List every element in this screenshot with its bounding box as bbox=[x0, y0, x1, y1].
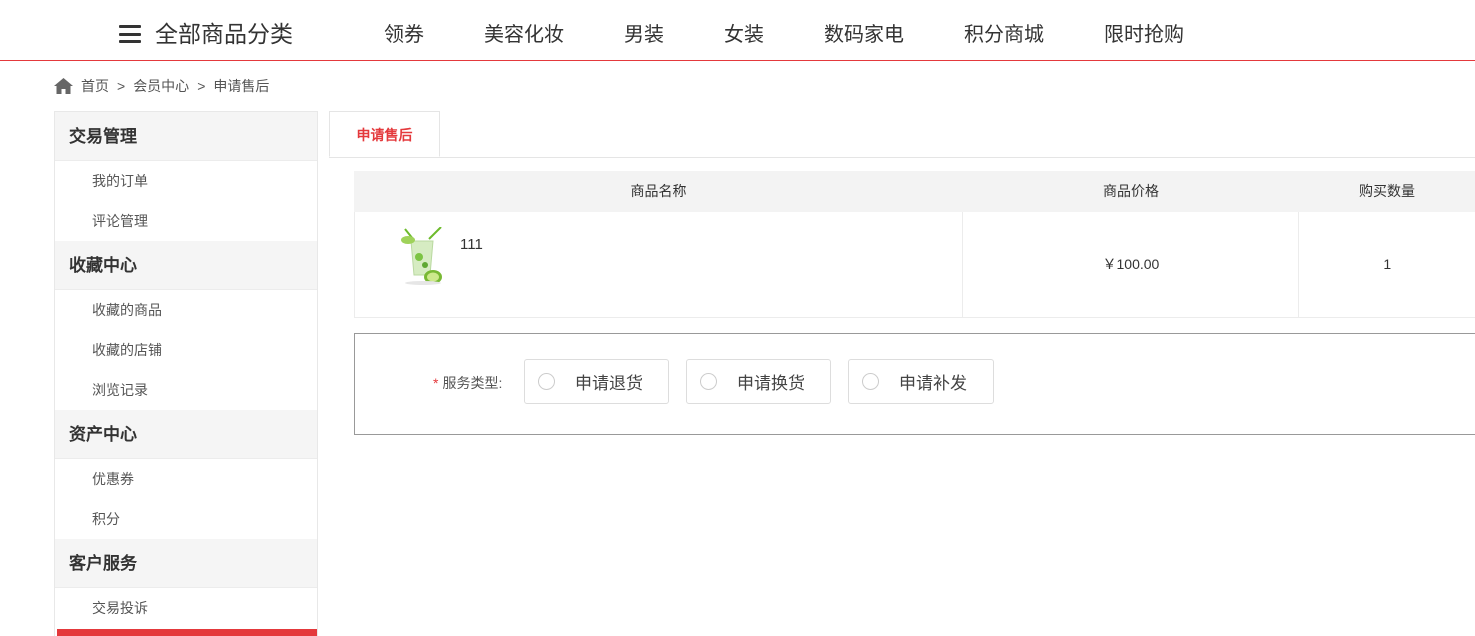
service-type-box: * 服务类型: 申请退货 申请换货 申请补发 bbox=[354, 333, 1475, 435]
breadcrumb-current: 申请售后 bbox=[213, 78, 270, 94]
breadcrumb: 首页 > 会员中心 > 申请售后 bbox=[54, 76, 269, 96]
header-product-price: 商品价格 bbox=[1103, 183, 1159, 199]
nav-link-digital[interactable]: 数码家电 bbox=[794, 20, 934, 50]
breadcrumb-member-center[interactable]: 会员中心 bbox=[133, 76, 189, 96]
product-table: 商品名称 商品价格 购买数量 111 ￥100.00 1 bbox=[354, 171, 1475, 318]
option-return-label: 申请退货 bbox=[575, 374, 643, 393]
sidebar-item-fav-stores[interactable]: 收藏的店铺 bbox=[55, 330, 317, 370]
tab-after-sales[interactable]: 申请售后 bbox=[329, 111, 440, 157]
tab-bar: 申请售后 bbox=[329, 111, 1475, 158]
sidebar-group-service: 客户服务 bbox=[55, 539, 317, 588]
product-quantity: 1 bbox=[1383, 256, 1392, 272]
option-reissue[interactable]: 申请补发 bbox=[848, 359, 994, 404]
nav-link-womenswear[interactable]: 女装 bbox=[694, 20, 794, 50]
option-return[interactable]: 申请退货 bbox=[524, 359, 669, 404]
option-reissue-label: 申请补发 bbox=[899, 374, 967, 393]
sidebar: 交易管理 我的订单 评论管理 收藏中心 收藏的商品 收藏的店铺 浏览记录 资产中… bbox=[54, 111, 318, 636]
nav-link-coupons[interactable]: 领券 bbox=[354, 20, 454, 50]
breadcrumb-home[interactable]: 首页 bbox=[81, 76, 109, 96]
product-image[interactable] bbox=[399, 227, 449, 287]
radio-icon[interactable] bbox=[538, 373, 555, 390]
sidebar-group-favorites: 收藏中心 bbox=[55, 241, 317, 290]
table-header: 商品名称 商品价格 购买数量 bbox=[354, 171, 1475, 212]
table-row: 111 ￥100.00 1 bbox=[354, 212, 1475, 318]
menu-icon bbox=[119, 25, 141, 43]
header-quantity: 购买数量 bbox=[1359, 183, 1415, 199]
breadcrumb-separator: > bbox=[197, 78, 206, 94]
all-categories-menu[interactable]: 全部商品分类 bbox=[119, 19, 293, 49]
sidebar-item-complaint[interactable]: 交易投诉 bbox=[55, 588, 317, 628]
sidebar-item-fav-products[interactable]: 收藏的商品 bbox=[55, 290, 317, 330]
sidebar-item-points[interactable]: 积分 bbox=[55, 499, 317, 539]
product-name[interactable]: 111 bbox=[460, 236, 483, 253]
required-mark: * bbox=[433, 375, 439, 391]
service-type-label: * 服务类型: bbox=[433, 373, 502, 393]
radio-icon[interactable] bbox=[700, 373, 717, 390]
product-price: ￥100.00 bbox=[963, 212, 1300, 317]
all-categories-label: 全部商品分类 bbox=[155, 21, 293, 47]
header-product-name: 商品名称 bbox=[630, 183, 687, 199]
home-icon bbox=[54, 78, 73, 94]
option-exchange[interactable]: 申请换货 bbox=[686, 359, 831, 404]
radio-icon[interactable] bbox=[862, 373, 879, 390]
product-cell: 111 bbox=[355, 212, 964, 317]
nav-links: 领券 美容化妆 男装 女装 数码家电 积分商城 限时抢购 bbox=[354, 20, 1214, 50]
sidebar-group-trade: 交易管理 bbox=[55, 112, 317, 161]
sidebar-item-coupons[interactable]: 优惠券 bbox=[55, 459, 317, 499]
nav-link-points-mall[interactable]: 积分商城 bbox=[934, 20, 1074, 50]
sidebar-item-history[interactable]: 浏览记录 bbox=[55, 370, 317, 410]
nav-link-menswear[interactable]: 男装 bbox=[594, 20, 694, 50]
top-nav: 全部商品分类 领券 美容化妆 男装 女装 数码家电 积分商城 限时抢购 bbox=[0, 0, 1475, 61]
option-exchange-label: 申请换货 bbox=[737, 374, 805, 393]
sidebar-item-my-orders[interactable]: 我的订单 bbox=[55, 161, 317, 201]
sidebar-group-assets: 资产中心 bbox=[55, 410, 317, 459]
nav-link-beauty[interactable]: 美容化妆 bbox=[454, 20, 594, 50]
service-type-text: 服务类型: bbox=[442, 375, 503, 391]
sidebar-item-reviews[interactable]: 评论管理 bbox=[55, 201, 317, 241]
breadcrumb-separator: > bbox=[117, 78, 126, 94]
nav-link-flash-sale[interactable]: 限时抢购 bbox=[1074, 20, 1214, 50]
